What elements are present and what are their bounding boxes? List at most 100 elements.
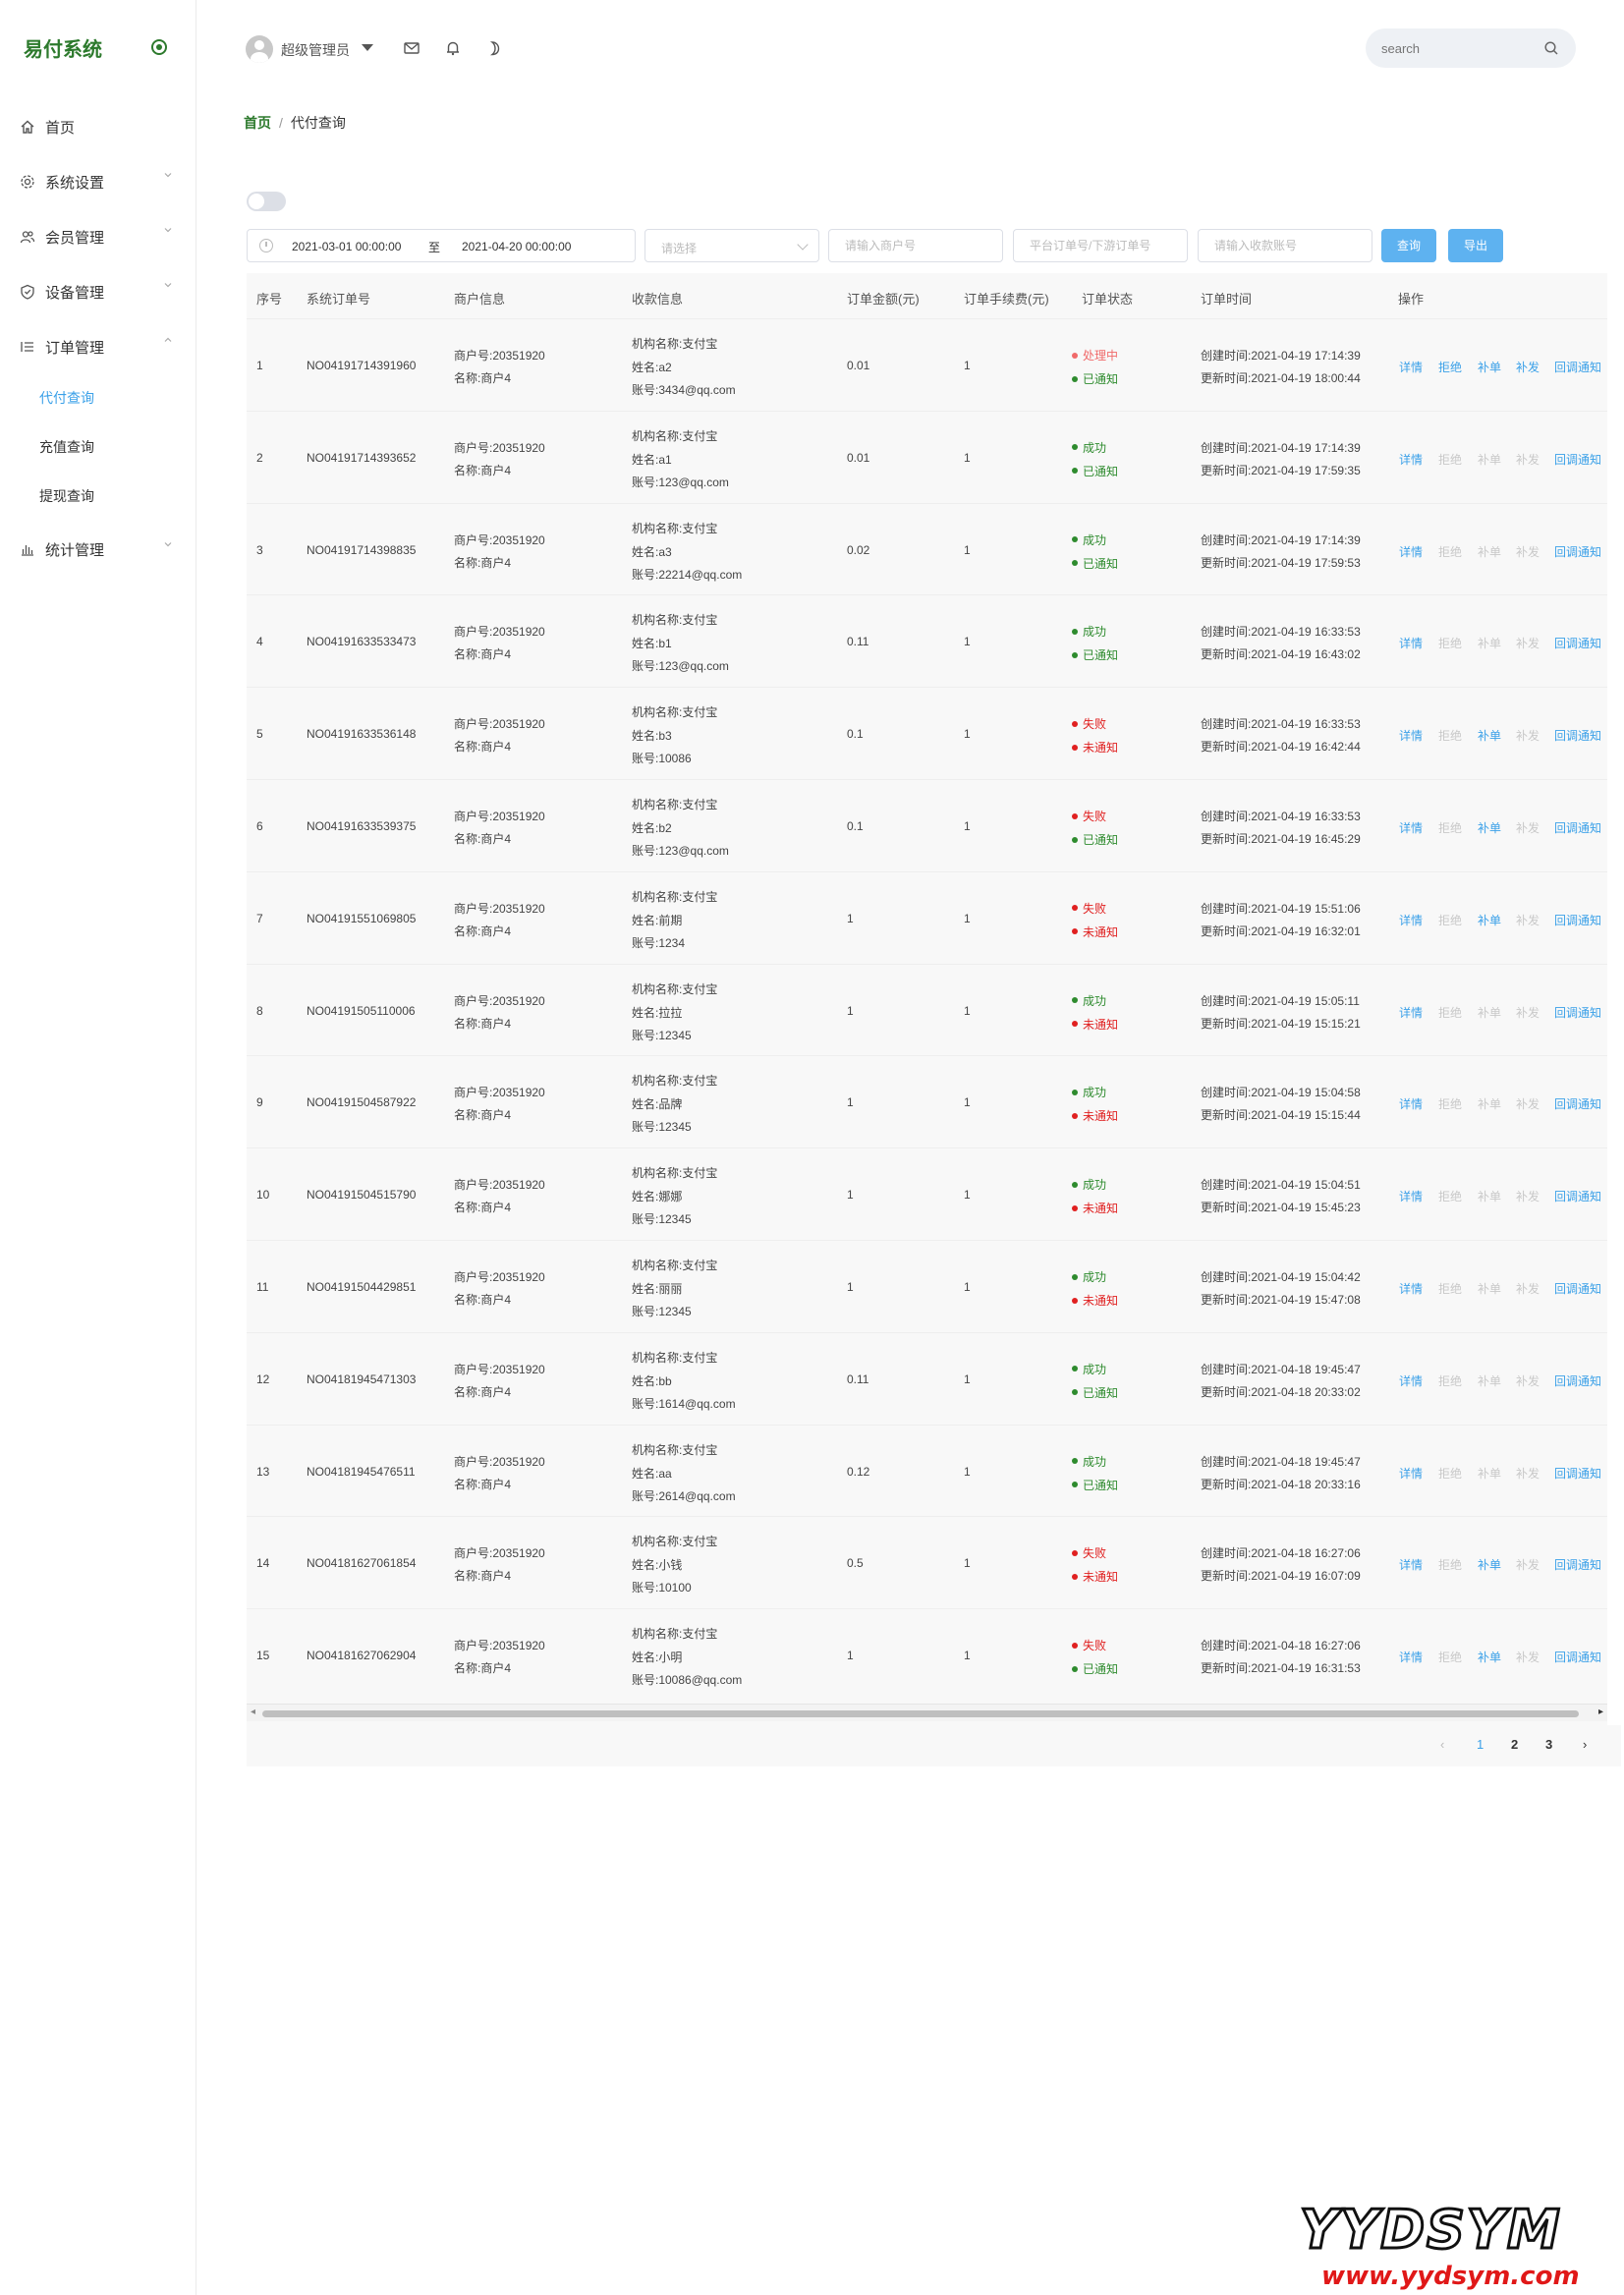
reject-button[interactable]: 拒绝 — [1438, 1004, 1462, 1021]
callback-notify-button[interactable]: 回调通知 — [1554, 451, 1601, 468]
sidebar-subitem-recharge-query[interactable]: 充值查询 — [39, 437, 94, 457]
supplement-order-button[interactable]: 补单 — [1478, 727, 1501, 744]
reject-button[interactable]: 拒绝 — [1438, 635, 1462, 651]
bell-icon[interactable] — [444, 39, 462, 57]
sidebar-item-devices[interactable]: 设备管理 — [20, 280, 104, 304]
page-1-button[interactable]: 1 — [1477, 1737, 1484, 1752]
detail-button[interactable]: 详情 — [1399, 359, 1423, 375]
merchant-input[interactable] — [829, 230, 1002, 261]
sidebar-item-orders[interactable]: 订单管理 — [20, 335, 104, 359]
supplement-order-button[interactable]: 补单 — [1478, 1004, 1501, 1021]
order-number-input[interactable] — [1014, 230, 1187, 261]
reject-button[interactable]: 拒绝 — [1438, 359, 1462, 375]
scroll-right-icon[interactable]: ▸ — [1598, 1707, 1603, 1717]
sidebar-item-statistics[interactable]: 统计管理 — [20, 537, 104, 561]
search-box[interactable] — [1366, 28, 1576, 68]
supplement-order-button[interactable]: 补单 — [1478, 1372, 1501, 1389]
callback-notify-button[interactable]: 回调通知 — [1554, 1649, 1601, 1665]
callback-notify-button[interactable]: 回调通知 — [1554, 1188, 1601, 1204]
callback-notify-button[interactable]: 回调通知 — [1554, 1465, 1601, 1482]
callback-notify-button[interactable]: 回调通知 — [1554, 912, 1601, 928]
reject-button[interactable]: 拒绝 — [1438, 451, 1462, 468]
detail-button[interactable]: 详情 — [1399, 1188, 1423, 1204]
page-3-button[interactable]: 3 — [1545, 1737, 1552, 1752]
resend-button[interactable]: 补发 — [1516, 1095, 1540, 1112]
moon-icon[interactable] — [485, 39, 503, 57]
detail-button[interactable]: 详情 — [1399, 1280, 1423, 1297]
reject-button[interactable]: 拒绝 — [1438, 1372, 1462, 1389]
supplement-order-button[interactable]: 补单 — [1478, 359, 1501, 375]
search-input[interactable] — [1379, 39, 1537, 57]
resend-button[interactable]: 补发 — [1516, 1004, 1540, 1021]
reject-button[interactable]: 拒绝 — [1438, 819, 1462, 836]
resend-button[interactable]: 补发 — [1516, 1649, 1540, 1665]
reject-button[interactable]: 拒绝 — [1438, 1465, 1462, 1482]
resend-button[interactable]: 补发 — [1516, 1188, 1540, 1204]
callback-notify-button[interactable]: 回调通知 — [1554, 727, 1601, 744]
detail-button[interactable]: 详情 — [1399, 1095, 1423, 1112]
resend-button[interactable]: 补发 — [1516, 543, 1540, 560]
resend-button[interactable]: 补发 — [1516, 912, 1540, 928]
reject-button[interactable]: 拒绝 — [1438, 912, 1462, 928]
prev-page-button[interactable]: ‹ — [1440, 1737, 1444, 1752]
reject-button[interactable]: 拒绝 — [1438, 1095, 1462, 1112]
mail-icon[interactable] — [403, 39, 420, 57]
detail-button[interactable]: 详情 — [1399, 819, 1423, 836]
sidebar-item-system-settings[interactable]: 系统设置 — [20, 170, 104, 194]
reject-button[interactable]: 拒绝 — [1438, 543, 1462, 560]
next-page-button[interactable]: › — [1583, 1737, 1587, 1752]
sidebar-subitem-withdraw-query[interactable]: 提现查询 — [39, 486, 94, 506]
detail-button[interactable]: 详情 — [1399, 727, 1423, 744]
detail-button[interactable]: 详情 — [1399, 1372, 1423, 1389]
callback-notify-button[interactable]: 回调通知 — [1554, 359, 1601, 375]
scroll-left-icon[interactable]: ◂ — [251, 1707, 255, 1717]
resend-button[interactable]: 补发 — [1516, 1280, 1540, 1297]
reject-button[interactable]: 拒绝 — [1438, 727, 1462, 744]
resend-button[interactable]: 补发 — [1516, 1556, 1540, 1573]
supplement-order-button[interactable]: 补单 — [1478, 819, 1501, 836]
resend-button[interactable]: 补发 — [1516, 1372, 1540, 1389]
callback-notify-button[interactable]: 回调通知 — [1554, 1372, 1601, 1389]
reject-button[interactable]: 拒绝 — [1438, 1280, 1462, 1297]
page-2-button[interactable]: 2 — [1511, 1737, 1518, 1752]
detail-button[interactable]: 详情 — [1399, 543, 1423, 560]
scrollbar-thumb[interactable] — [262, 1710, 1579, 1717]
date-start[interactable]: 2021-03-01 00:00:00 — [292, 240, 401, 253]
avatar[interactable] — [246, 35, 273, 63]
username[interactable]: 超级管理员 — [281, 40, 350, 60]
callback-notify-button[interactable]: 回调通知 — [1554, 1280, 1601, 1297]
resend-button[interactable]: 补发 — [1516, 819, 1540, 836]
callback-notify-button[interactable]: 回调通知 — [1554, 1556, 1601, 1573]
supplement-order-button[interactable]: 补单 — [1478, 451, 1501, 468]
chevron-down-icon[interactable] — [362, 44, 373, 51]
resend-button[interactable]: 补发 — [1516, 451, 1540, 468]
supplement-order-button[interactable]: 补单 — [1478, 543, 1501, 560]
reject-button[interactable]: 拒绝 — [1438, 1556, 1462, 1573]
sidebar-item-members[interactable]: 会员管理 — [20, 225, 104, 249]
resend-button[interactable]: 补发 — [1516, 727, 1540, 744]
reject-button[interactable]: 拒绝 — [1438, 1649, 1462, 1665]
query-button[interactable]: 查询 — [1381, 229, 1436, 262]
supplement-order-button[interactable]: 补单 — [1478, 635, 1501, 651]
detail-button[interactable]: 详情 — [1399, 1465, 1423, 1482]
detail-button[interactable]: 详情 — [1399, 1004, 1423, 1021]
export-button[interactable]: 导出 — [1448, 229, 1503, 262]
supplement-order-button[interactable]: 补单 — [1478, 1556, 1501, 1573]
horizontal-scrollbar[interactable]: ◂ ▸ — [247, 1704, 1607, 1721]
detail-button[interactable]: 详情 — [1399, 451, 1423, 468]
detail-button[interactable]: 详情 — [1399, 1556, 1423, 1573]
status-select[interactable]: 请选择 — [644, 229, 819, 262]
supplement-order-button[interactable]: 补单 — [1478, 1095, 1501, 1112]
toggle-switch[interactable] — [247, 192, 286, 211]
supplement-order-button[interactable]: 补单 — [1478, 1188, 1501, 1204]
detail-button[interactable]: 详情 — [1399, 912, 1423, 928]
resend-button[interactable]: 补发 — [1516, 635, 1540, 651]
account-input[interactable] — [1199, 230, 1372, 261]
supplement-order-button[interactable]: 补单 — [1478, 1465, 1501, 1482]
sidebar-item-home[interactable]: 首页 — [20, 115, 75, 139]
collapse-toggle-icon[interactable] — [151, 39, 167, 55]
detail-button[interactable]: 详情 — [1399, 635, 1423, 651]
resend-button[interactable]: 补发 — [1516, 359, 1540, 375]
reject-button[interactable]: 拒绝 — [1438, 1188, 1462, 1204]
callback-notify-button[interactable]: 回调通知 — [1554, 543, 1601, 560]
